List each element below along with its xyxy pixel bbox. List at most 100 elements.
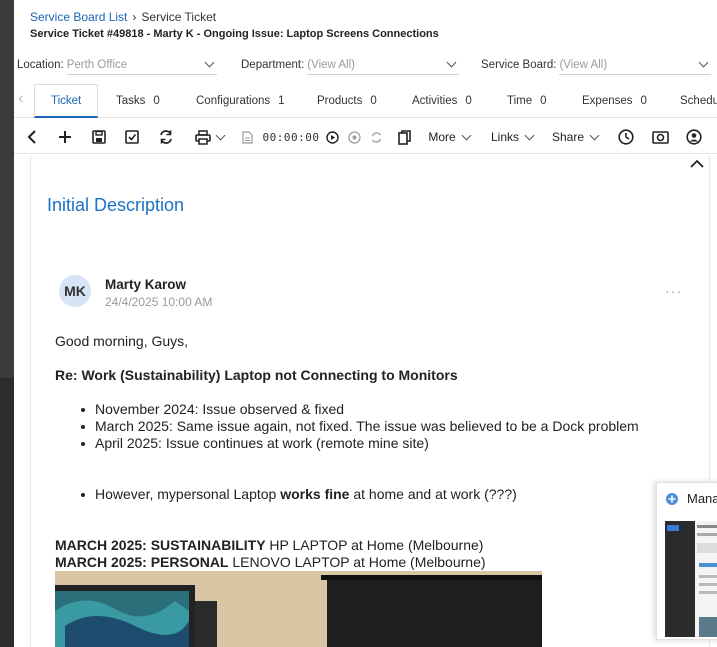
page-title: Service Ticket #49818 - Marty K - Ongoin… xyxy=(30,28,439,40)
save-button[interactable] xyxy=(88,120,110,154)
tab-ticket[interactable]: Ticket xyxy=(34,84,99,118)
tab-products[interactable]: Products 0 xyxy=(317,84,377,118)
note-greeting: Good morning, Guys, xyxy=(55,333,189,349)
chevron-down-icon xyxy=(204,57,215,68)
user-button[interactable] xyxy=(683,120,705,154)
save-and-close-button[interactable] xyxy=(121,120,143,154)
plus-circle-icon xyxy=(666,492,678,505)
copy-button[interactable] xyxy=(395,120,413,154)
chevron-down-icon xyxy=(215,130,225,140)
tab-count: 0 xyxy=(465,95,472,107)
tab-label: Expenses xyxy=(582,95,633,107)
chevron-down-icon xyxy=(589,130,600,140)
chevron-down-icon xyxy=(446,57,457,68)
add-button[interactable] xyxy=(54,120,76,154)
location-filter: Location: Perth Office xyxy=(17,52,217,78)
tab-expenses[interactable]: Expenses 0 xyxy=(582,84,647,118)
note-subject: Re: Work (Sustainability) Laptop not Con… xyxy=(55,367,458,383)
sidebar-strip xyxy=(0,0,14,647)
note-icon xyxy=(241,130,253,144)
save-icon xyxy=(92,130,106,144)
save-and-close-icon xyxy=(124,129,139,144)
share-label: Share xyxy=(551,130,585,144)
department-label: Department: xyxy=(241,59,305,71)
back-button[interactable] xyxy=(22,120,42,154)
breadcrumb: Service Board List › Service Ticket xyxy=(30,10,216,24)
comparison-list: However, mypersonal Laptop works fine at… xyxy=(81,486,517,503)
capture-button[interactable] xyxy=(649,120,671,154)
manage-popup[interactable]: Manage xyxy=(656,482,717,640)
more-menu-button[interactable]: More xyxy=(426,120,472,154)
refresh-icon xyxy=(160,130,172,144)
timer-reset-button[interactable] xyxy=(368,120,384,154)
location-select[interactable]: Perth Office xyxy=(66,55,217,75)
tab-schedule[interactable]: Schedu xyxy=(680,84,717,118)
tab-count: 0 xyxy=(153,95,160,107)
tab-scroll-left-icon[interactable]: ‹ xyxy=(18,91,28,107)
ticket-window: Service Board List › Service Ticket Servic… xyxy=(14,0,717,647)
camera-icon xyxy=(651,131,669,144)
links-menu-button[interactable]: Links xyxy=(489,120,535,154)
service-board-label: Service Board: xyxy=(481,59,557,71)
service-board-select[interactable]: (View All) xyxy=(559,55,712,75)
note-author: Marty Karow xyxy=(105,277,187,292)
refresh-button[interactable] xyxy=(155,120,177,154)
clock-icon xyxy=(618,129,634,145)
popup-title: Manage xyxy=(687,491,717,506)
tab-tasks[interactable]: Tasks 0 xyxy=(116,84,160,118)
share-menu-button[interactable]: Share xyxy=(551,120,600,154)
breadcrumb-separator-icon: › xyxy=(132,10,137,24)
attached-photo[interactable] xyxy=(55,571,542,647)
history-button[interactable] xyxy=(615,120,637,154)
print-icon xyxy=(194,129,211,145)
service-board-filter: Service Board: (View All) xyxy=(481,52,712,78)
timer-stop-button[interactable] xyxy=(346,120,362,154)
tab-label: Configurations xyxy=(196,95,271,107)
more-label: More xyxy=(428,130,456,144)
note-menu-icon[interactable]: ··· xyxy=(665,283,682,299)
department-filter: Department: (View All) xyxy=(241,52,460,78)
play-icon xyxy=(325,130,339,144)
list-item: April 2025: Issue continues at work (rem… xyxy=(81,435,639,452)
tab-label: Tasks xyxy=(116,95,146,107)
tab-label: Products xyxy=(317,95,363,107)
collapse-button[interactable] xyxy=(689,157,705,171)
ticket-content: Initial Description MK Marty Karow 24/4/… xyxy=(30,155,710,647)
tab-label: Time xyxy=(507,95,533,107)
breadcrumb-service-board-list[interactable]: Service Board List xyxy=(30,10,127,24)
filter-bar: Location: Perth Office Department: (View… xyxy=(14,52,717,78)
chevron-down-icon xyxy=(698,57,709,68)
section-title: Initial Description xyxy=(47,195,185,215)
tab-activities[interactable]: Activities 0 xyxy=(412,84,472,118)
breadcrumb-current: Service Ticket xyxy=(141,10,217,24)
tab-count: 1 xyxy=(278,95,285,107)
tab-label: Activities xyxy=(412,95,458,107)
tab-configurations[interactable]: Configurations 1 xyxy=(196,84,285,118)
location-value: Perth Office xyxy=(66,58,128,71)
tab-count: 0 xyxy=(540,95,547,107)
popup-header: Manage xyxy=(665,491,717,506)
avatar: MK xyxy=(59,275,91,307)
add-icon xyxy=(59,131,71,143)
department-select[interactable]: (View All) xyxy=(307,55,460,75)
tab-count: 0 xyxy=(370,95,377,107)
chevron-down-icon xyxy=(524,130,535,140)
notes-button[interactable] xyxy=(240,120,254,154)
note-line-personal: MARCH 2025: PERSONAL LENOVO LAPTOP at Ho… xyxy=(55,554,486,570)
department-value: (View All) xyxy=(307,58,355,71)
timer-play-button[interactable] xyxy=(324,120,340,154)
issue-list: November 2024: Issue observed & fixed Ma… xyxy=(81,401,639,452)
list-item: However, mypersonal Laptop works fine at… xyxy=(81,486,517,502)
tab-count: 0 xyxy=(640,95,647,107)
tab-label: Schedu xyxy=(680,95,717,107)
chevron-down-icon xyxy=(461,130,472,140)
reset-icon xyxy=(371,131,381,143)
print-button[interactable] xyxy=(191,120,227,154)
back-icon xyxy=(27,130,36,144)
popup-thumbnail xyxy=(665,521,717,637)
note-line-sustainability: MARCH 2025: SUSTAINABILITY HP LAPTOP at … xyxy=(55,537,484,553)
user-icon xyxy=(686,129,702,145)
tab-label: Ticket xyxy=(51,94,82,107)
stop-icon xyxy=(347,130,361,144)
tab-time[interactable]: Time 0 xyxy=(507,84,547,118)
